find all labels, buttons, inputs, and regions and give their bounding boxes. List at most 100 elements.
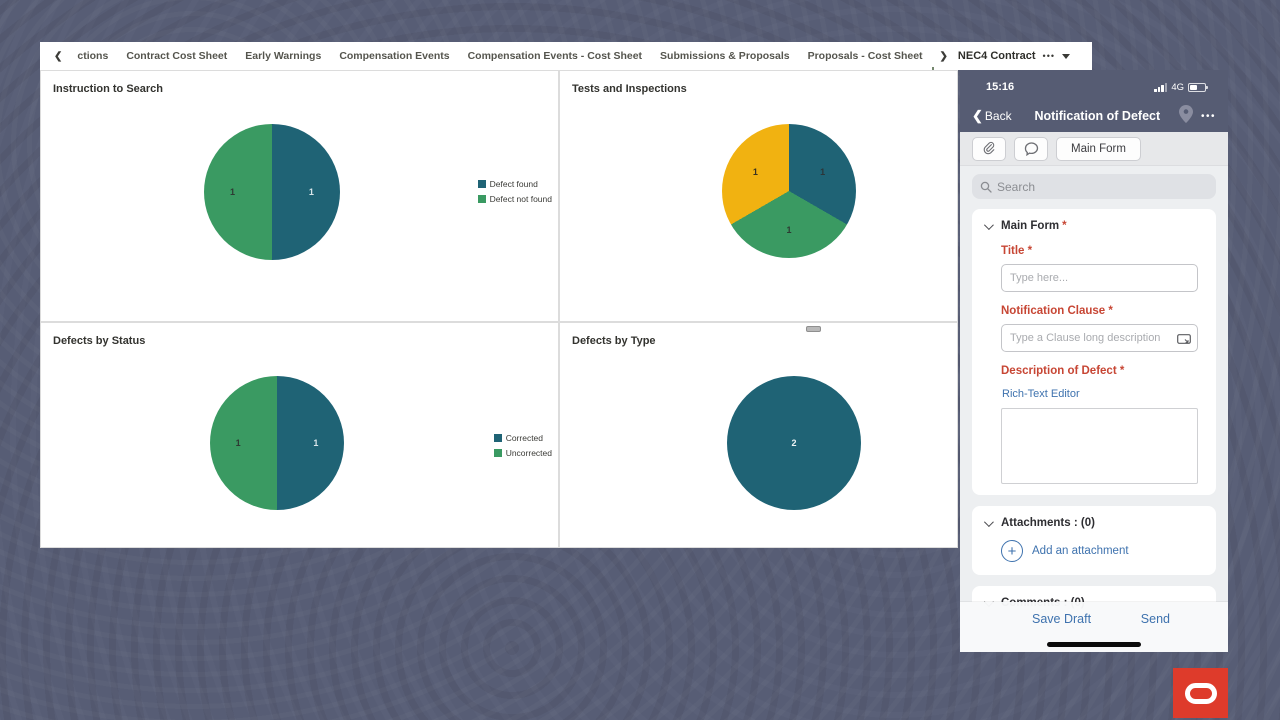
main-form-toolbar-button[interactable]: Main Form — [1056, 137, 1141, 161]
oracle-logo — [1173, 668, 1228, 718]
attach-file-button[interactable] — [972, 137, 1006, 161]
pie-slice-value: 1 — [313, 438, 318, 448]
tab-early-warnings[interactable]: Early Warnings — [236, 42, 330, 70]
search-placeholder: Search — [997, 180, 1035, 194]
tab-compensation-events-cost-sheet[interactable]: Compensation Events - Cost Sheet — [459, 42, 651, 70]
pie-instruction-to-search[interactable]: 11 — [204, 124, 340, 260]
tabs-scroll-right-icon[interactable]: ❯ — [934, 51, 954, 62]
attachments-card: Attachments : (0) + Add an attachment — [972, 506, 1216, 575]
oracle-o-icon — [1185, 683, 1217, 704]
required-asterisk: * — [1062, 220, 1066, 232]
paperclip-icon — [983, 141, 996, 156]
comments-button[interactable] — [1014, 137, 1048, 161]
main-form-section-header[interactable]: Main Form* — [984, 220, 1204, 232]
clause-picker-popup-icon[interactable] — [1177, 332, 1191, 350]
tab-compensation-events[interactable]: Compensation Events — [330, 42, 458, 70]
signal-strength-icon — [1154, 83, 1167, 92]
home-indicator[interactable] — [1047, 642, 1141, 647]
pie-slice-value: 1 — [820, 167, 825, 177]
pie-slice-value: 1 — [236, 438, 241, 448]
page-title: Notification of Defect — [1018, 109, 1177, 123]
notification-clause-label: Notification Clause * — [1001, 305, 1204, 317]
legend-item: Corrected — [494, 433, 552, 443]
notification-clause-field: Notification Clause * Type a Clause long… — [1001, 305, 1204, 352]
panel-resize-handle[interactable] — [806, 326, 821, 332]
comment-bubble-icon — [1024, 142, 1039, 156]
pie-slice-value: 1 — [309, 187, 314, 197]
legend-label: Defect not found — [490, 194, 552, 204]
pie-tests-and-inspections[interactable]: 111 — [722, 124, 856, 258]
back-chevron-icon: ❮ — [972, 108, 983, 124]
mobile-app-screen: 15:16 4G ❮ Back Notification of Defect •… — [960, 70, 1228, 652]
pie-defects-by-status[interactable]: 11 — [210, 376, 344, 510]
legend-swatch — [494, 449, 502, 457]
pie-slice-value: 1 — [786, 225, 791, 235]
chart-legend: Corrected Uncorrected — [494, 433, 552, 458]
description-textarea[interactable] — [1001, 408, 1198, 484]
save-draft-button[interactable]: Save Draft — [1032, 612, 1091, 626]
chart-panel-instruction-to-search: Instruction to Search 11 Defect foundDef… — [40, 70, 559, 322]
chart-title: Tests and Inspections — [560, 71, 957, 95]
dashboard-grid: Instruction to Search 11 Defect foundDef… — [40, 70, 958, 548]
clause-placeholder: Type a Clause long description — [1010, 332, 1160, 344]
chart-title: Defects by Type — [560, 323, 957, 347]
more-options-icon[interactable]: ••• — [1201, 111, 1216, 122]
legend-label: Corrected — [506, 433, 543, 443]
add-attachment-button[interactable]: + Add an attachment — [1001, 540, 1204, 562]
description-field: Description of Defect * Rich-Text Editor — [1001, 365, 1204, 484]
contract-switcher[interactable]: NEC4 Contract ••• — [958, 50, 1084, 62]
section-title: Attachments : (0) — [1001, 517, 1095, 529]
battery-icon — [1188, 83, 1206, 92]
chart-panel-defects-by-status: Defects by Status 11 CorrectedUncorrecte… — [40, 322, 559, 548]
chevron-down-icon — [984, 517, 994, 527]
legend-item: Defect not found — [478, 194, 552, 204]
legend-swatch — [478, 180, 486, 188]
legend-label: Uncorrected — [506, 448, 552, 458]
plus-circle-icon: + — [1001, 540, 1023, 562]
contract-dropdown-caret-icon[interactable] — [1062, 54, 1070, 59]
add-attachment-label: Add an attachment — [1032, 545, 1129, 557]
section-title: Main Form* — [1001, 220, 1067, 232]
chevron-down-icon — [984, 220, 994, 230]
search-input[interactable]: Search — [972, 174, 1216, 199]
search-area: Search — [960, 166, 1228, 205]
pie-defects-by-type[interactable]: 2 — [727, 376, 861, 510]
chart-title: Instruction to Search — [41, 71, 558, 95]
contract-more-icon[interactable]: ••• — [1043, 51, 1055, 61]
back-label: Back — [985, 109, 1012, 123]
send-button[interactable]: Send — [1141, 612, 1170, 626]
title-placeholder: Type here... — [1010, 272, 1068, 284]
nav-bar: ❮ Back Notification of Defect ••• — [960, 100, 1228, 132]
tab-proposals-cost-sheet[interactable]: Proposals - Cost Sheet — [799, 42, 932, 70]
description-label: Description of Defect * — [1001, 365, 1204, 377]
form-content: Main Form* Title * Type here... Notifica… — [960, 205, 1228, 652]
tab-contract-cost-sheet[interactable]: Contract Cost Sheet — [117, 42, 236, 70]
clock: 15:16 — [986, 81, 1014, 93]
legend-swatch — [478, 195, 486, 203]
legend-item: Uncorrected — [494, 448, 552, 458]
chart-legend: Defect found Defect not found — [478, 179, 552, 204]
tab-ctions[interactable]: ctions — [68, 42, 117, 70]
form-toolbar: Main Form — [960, 132, 1228, 166]
chart-panel-defects-by-type: Defects by Type 2 — [559, 322, 958, 548]
tabs-scroll-left-icon[interactable]: ❮ — [48, 51, 68, 62]
legend-item: Defect found — [478, 179, 552, 189]
pie-slice-value: 1 — [230, 187, 235, 197]
chart-title: Defects by Status — [41, 323, 558, 347]
pie-slice-value: 2 — [791, 438, 796, 448]
main-form-card: Main Form* Title * Type here... Notifica… — [972, 209, 1216, 495]
notification-clause-input[interactable]: Type a Clause long description — [1001, 324, 1198, 352]
network-type: 4G — [1171, 82, 1184, 93]
contract-name: NEC4 Contract — [958, 50, 1036, 62]
rich-text-editor-link[interactable]: Rich-Text Editor — [1002, 388, 1080, 400]
tab-submissions-proposals[interactable]: Submissions & Proposals — [651, 42, 799, 70]
chart-panel-tests-and-inspections: Tests and Inspections 111 — [559, 70, 958, 322]
location-pin-icon[interactable] — [1179, 105, 1193, 128]
title-label: Title * — [1001, 245, 1204, 257]
back-button[interactable]: ❮ Back — [972, 108, 1012, 124]
legend-label: Defect found — [490, 179, 538, 189]
title-input[interactable]: Type here... — [1001, 264, 1198, 292]
attachments-section-header[interactable]: Attachments : (0) — [984, 517, 1204, 529]
tab-strip: ctionsContract Cost SheetEarly WarningsC… — [68, 42, 933, 70]
legend-swatch — [494, 434, 502, 442]
